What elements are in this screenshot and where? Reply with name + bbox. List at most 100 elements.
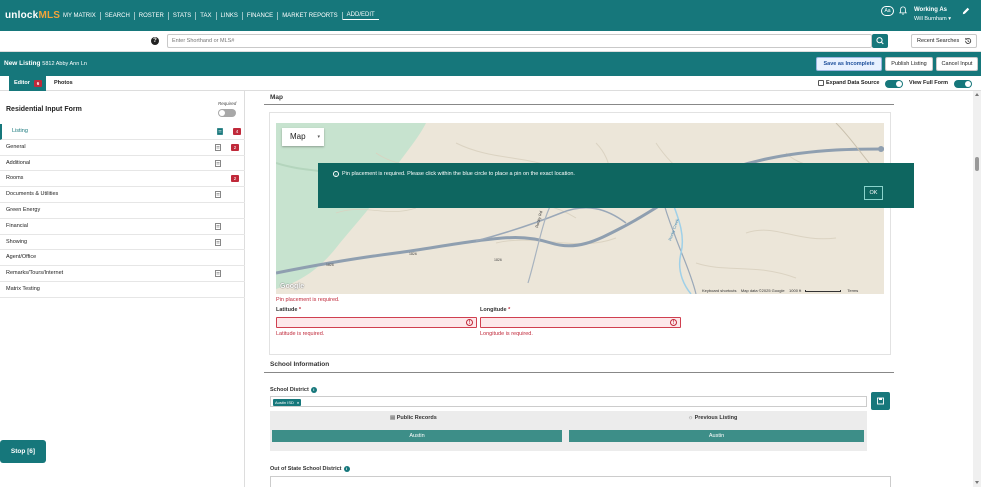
alert-ok-button[interactable]: OK — [864, 186, 883, 200]
doc-icon[interactable] — [215, 222, 221, 230]
school-district-input[interactable]: Austin ISD × — [270, 396, 867, 407]
road-label: 1826 — [326, 263, 334, 267]
nav-finance[interactable]: FINANCE — [243, 11, 279, 20]
alert-message-row: i Pin placement is required. Please click… — [333, 171, 575, 177]
out-of-state-district-input[interactable] — [270, 476, 891, 487]
map-scale-bar — [805, 289, 842, 292]
error-icon: ! — [670, 319, 677, 326]
doc-icon[interactable] — [215, 143, 221, 151]
doc-icon[interactable] — [215, 270, 221, 278]
map-canvas[interactable]: 1826 1826 Rocky Rd 1826 Rocky Creek — [276, 123, 884, 294]
nav-my-matrix[interactable]: MY MATRIX — [63, 11, 101, 20]
bell-icon[interactable] — [899, 6, 907, 15]
doc-icon[interactable] — [215, 238, 221, 246]
app-window: unlockMLS MY MATRIX SEARCH ROSTER STATS … — [0, 0, 981, 487]
stop-button[interactable]: Stop [6] — [0, 440, 46, 463]
sidebar-item-label: Rooms — [6, 175, 24, 182]
search-row: ? Recent Searches — [0, 31, 981, 52]
expand-data-source-toggle[interactable] — [885, 80, 903, 88]
main-nav-links: MY MATRIX SEARCH ROSTER STATS TAX LINKS … — [63, 11, 379, 20]
public-records-header: ▤ Public Records — [390, 415, 437, 421]
doc-icon[interactable] — [215, 159, 221, 167]
sidebar-item-documents-utilities[interactable]: Documents & Utilities — [0, 187, 245, 203]
school-section-title: School Information — [270, 361, 330, 368]
section-error-badge: 2 — [231, 175, 239, 183]
pencil-icon[interactable] — [962, 7, 970, 15]
tab-photos[interactable]: Photos — [54, 76, 73, 91]
sidebar-item-additional[interactable]: Additional — [0, 156, 245, 172]
help-icon[interactable]: ? — [151, 37, 159, 45]
search-button[interactable] — [872, 34, 888, 48]
scroll-thumb[interactable] — [975, 157, 979, 171]
required-only-toggle[interactable] — [218, 109, 236, 117]
map-type-dropdown[interactable]: Map ▾ — [282, 128, 324, 146]
cancel-input-button[interactable]: Cancel Input — [936, 57, 978, 71]
sidebar-item-agent-office[interactable]: Agent/Office — [0, 250, 245, 267]
nav-add-edit[interactable]: ADD/EDIT — [342, 11, 379, 20]
save-as-incomplete-button[interactable]: Save as Incomplete — [816, 57, 882, 71]
font-size-icon[interactable]: Aa — [881, 6, 894, 16]
doc-icon[interactable] — [217, 128, 223, 135]
info-icon[interactable]: i — [343, 466, 350, 472]
listing-address: 5812 Abby Ann Ln — [42, 61, 87, 67]
nav-stats[interactable]: STATS — [169, 11, 197, 20]
section-list: Listing 4 General 2 Additional Rooms 2 Document… — [0, 124, 245, 298]
checkbox-icon — [818, 80, 824, 86]
sidebar-item-financial[interactable]: Financial — [0, 219, 245, 235]
map-type-label: Map — [290, 132, 306, 141]
map-scale-label[interactable]: 1000 ft — [789, 288, 801, 293]
previous-listing-value-button[interactable]: Austin — [569, 430, 864, 442]
logo-mls-text: MLS — [38, 10, 61, 21]
school-district-label: School District i — [270, 387, 317, 393]
sidebar-item-general[interactable]: General 2 — [0, 140, 245, 156]
sidebar-item-green-energy[interactable]: Green Energy — [0, 203, 245, 219]
previous-listing-header: ☼ Previous Listing — [688, 415, 737, 421]
longitude-label: Longitude * — [480, 307, 510, 313]
remove-chip-icon[interactable]: × — [297, 400, 299, 405]
info-icon[interactable]: i — [310, 387, 317, 393]
school-district-chip: Austin ISD × — [273, 398, 302, 406]
nav-roster[interactable]: ROSTER — [135, 11, 169, 20]
expand-data-source-checkbox[interactable]: Expand Data Source — [818, 80, 880, 86]
school-district-lookup-button[interactable] — [871, 392, 890, 410]
nav-search[interactable]: SEARCH — [101, 11, 135, 20]
form-main-area: Map 1826 1826 Rocky Rd 1826 Rocky Creek … — [246, 91, 973, 487]
public-records-label: Public Records — [396, 415, 437, 421]
nav-links[interactable]: LINKS — [217, 11, 243, 20]
logo-unlock-text: unlock — [5, 10, 39, 21]
longitude-field[interactable]: ! — [480, 317, 681, 328]
public-records-value-button[interactable]: Austin — [272, 430, 562, 442]
unlockmls-logo[interactable]: unlockMLS — [5, 10, 60, 21]
map-terms-link[interactable]: Terms — [847, 288, 858, 293]
tab-editor[interactable]: Editor 6 — [9, 76, 46, 91]
scroll-down-arrow[interactable] — [975, 481, 979, 484]
error-icon: ! — [466, 319, 473, 326]
editor-tabs-row: Editor 6 Photos Expand Data Source View … — [0, 76, 981, 91]
publish-listing-button[interactable]: Publish Listing — [885, 57, 933, 71]
sidebar-item-label: Financial — [6, 222, 29, 229]
sidebar-item-rooms[interactable]: Rooms 2 — [0, 171, 245, 188]
latitude-field[interactable]: ! — [276, 317, 477, 328]
longitude-error: Longitude is required. — [480, 331, 533, 337]
nav-tax[interactable]: TAX — [196, 11, 217, 20]
sidebar-item-listing[interactable]: Listing 4 — [0, 124, 245, 140]
info-circle-icon: i — [333, 171, 339, 177]
pin-placement-error: Pin placement is required. — [276, 297, 340, 303]
chevron-down-icon: ▾ — [317, 134, 320, 140]
nav-market-reports[interactable]: MARKET REPORTS — [278, 11, 343, 20]
sidebar-item-remarks-tours-internet[interactable]: Remarks/Tours/Internet — [0, 266, 245, 282]
map-data-attribution: Map data ©2025 Google — [740, 288, 785, 293]
scroll-up-arrow[interactable] — [975, 93, 979, 96]
map-view[interactable]: 1826 1826 Rocky Rd 1826 Rocky Creek Map … — [276, 123, 884, 294]
sidebar-item-matrix-testing[interactable]: Matrix Testing — [0, 282, 245, 298]
recent-searches-button[interactable]: Recent Searches — [911, 34, 977, 48]
page-scrollbar[interactable] — [973, 91, 981, 487]
doc-icon[interactable] — [215, 191, 221, 199]
user-menu[interactable]: Will Burnham ▾ — [914, 16, 951, 22]
save-icon — [877, 397, 884, 405]
keyboard-shortcuts-link[interactable]: Keyboard shortcuts — [702, 288, 736, 293]
listing-title-text: New Listing — [4, 60, 41, 67]
sidebar-item-showing[interactable]: Showing — [0, 235, 245, 251]
shorthand-search-input[interactable] — [167, 34, 872, 48]
view-full-form-toggle[interactable] — [954, 80, 972, 88]
